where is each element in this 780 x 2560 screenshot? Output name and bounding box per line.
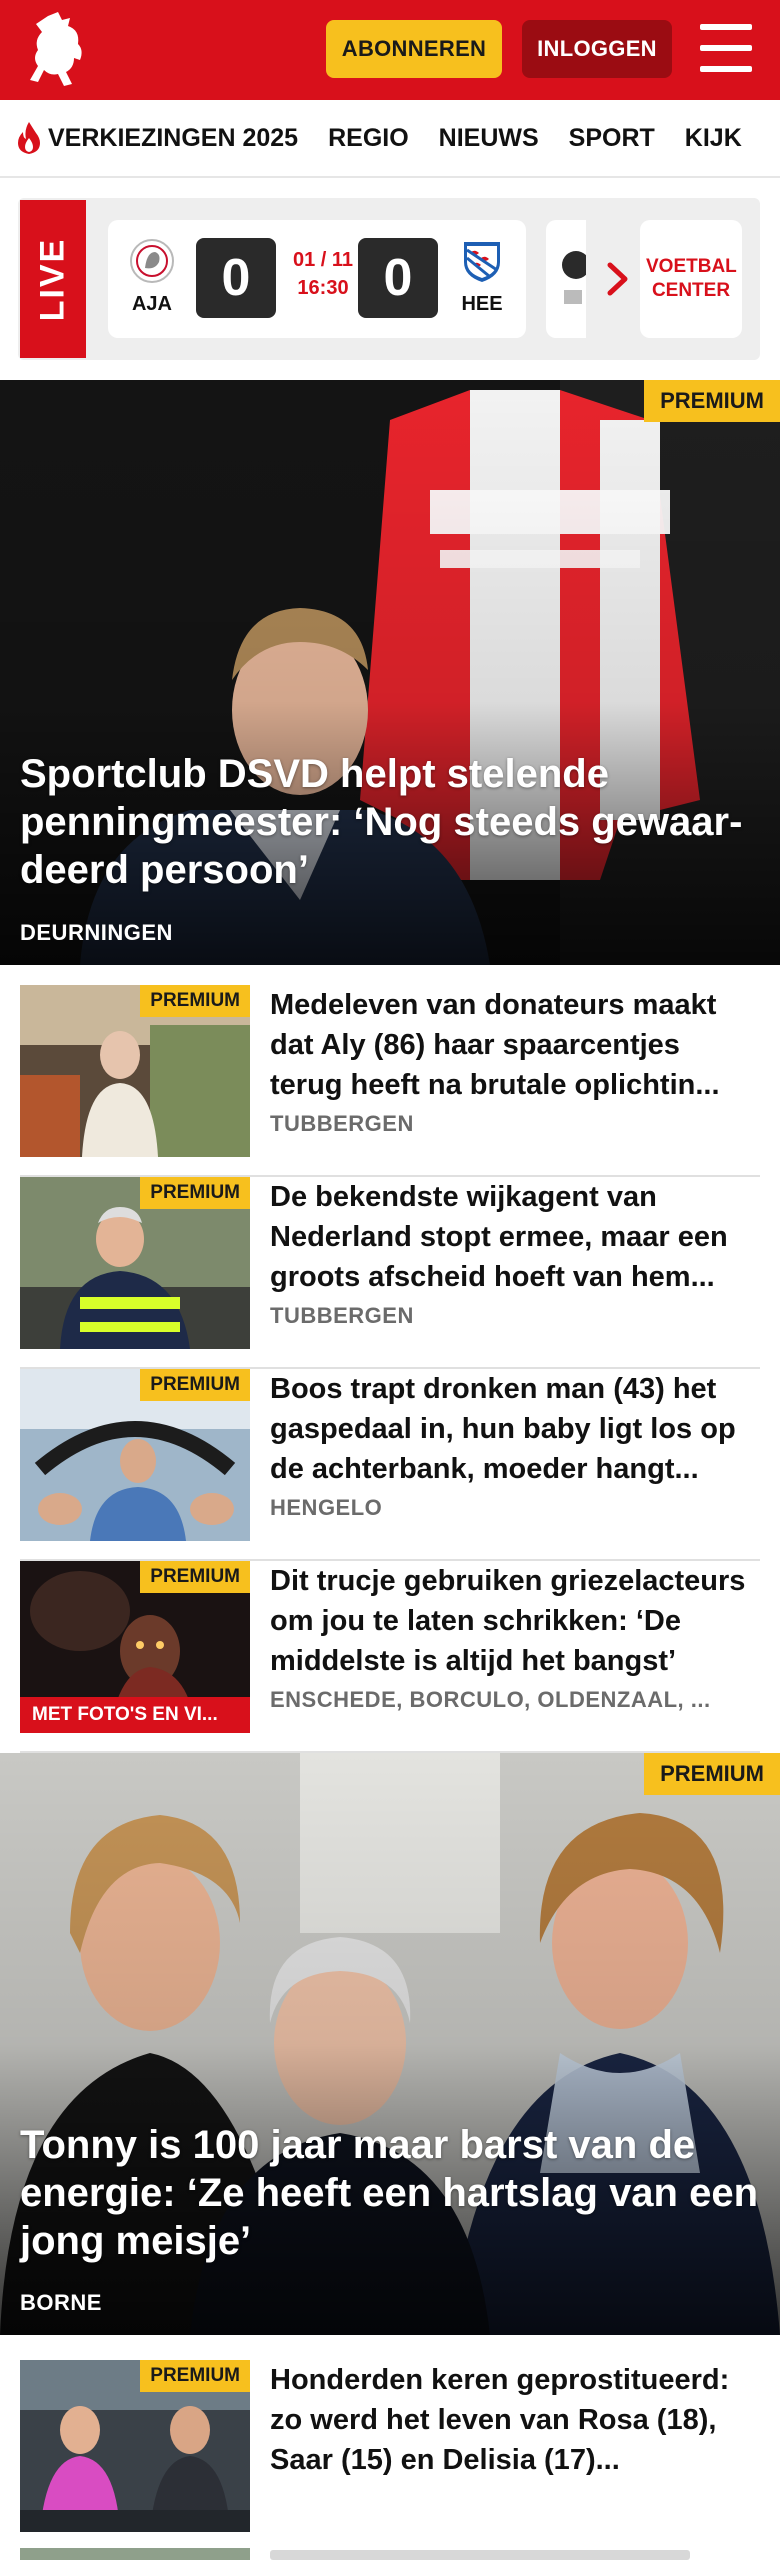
list-item[interactable]: PREMIUM De bekendste wijkagent van Neder… (20, 1177, 760, 1369)
article-title[interactable]: Medeleven van donateurs maakt dat Aly (8… (270, 985, 760, 1105)
football-center-link[interactable]: VOETBAL CENTER (640, 220, 742, 338)
away-score: 0 (358, 238, 438, 318)
next-crest-icon (562, 251, 586, 304)
nav-item-regio[interactable]: REGIO (328, 124, 409, 153)
nav-item-verkiezingen[interactable]: VERKIEZINGEN 2025 (16, 121, 298, 155)
login-button[interactable]: INLOGGEN (522, 20, 672, 78)
premium-badge: PREMIUM (140, 985, 250, 1017)
article-thumbnail: PREMIUM (20, 1177, 250, 1349)
match-card-next[interactable] (546, 220, 586, 338)
match-datetime: 01 / 11 16:30 (288, 246, 358, 302)
hero-location: DEURNINGEN (20, 920, 173, 945)
hero-headline[interactable]: Sportclub DSVD helpt stelende penningmee… (20, 750, 760, 894)
article-title[interactable]: De bekendste wijkagent van Nederland sto… (270, 1177, 760, 1297)
away-club: HEE (452, 238, 512, 316)
nav-item-kijk[interactable]: KIJK (685, 124, 742, 153)
article-location: TUBBERGEN (270, 1303, 414, 1328)
nav-item-sport[interactable]: SPORT (569, 124, 655, 153)
article-title[interactable]: Honderden keren geprostitueerd: zo werd … (270, 2360, 760, 2480)
article-location: HENGELO (270, 1495, 383, 1520)
nav-item-nieuws[interactable]: NIEUWS (439, 124, 539, 153)
away-club-abbr: HEE (461, 293, 503, 315)
article-thumbnail: PREMIUM (20, 2360, 250, 2532)
hero-headline[interactable]: Tonny is 100 jaar maar barst van de ener… (20, 2121, 760, 2265)
list-item[interactable]: PREMIUM Boos trapt dronken man (43) het … (20, 1369, 760, 1561)
hero-article-1[interactable]: PREMIUM Sportclub DSVD helpt stelende pe… (0, 380, 780, 965)
article-thumbnail: PREMIUM (20, 985, 250, 1157)
nav-item-label: VERKIEZINGEN 2025 (48, 123, 299, 152)
hamburger-menu-icon[interactable] (700, 24, 752, 72)
list-item[interactable]: PREMIUM MET FOTO'S EN VI... Dit trucje g… (20, 1561, 760, 1753)
premium-badge: PREMIUM (140, 1369, 250, 1401)
match-date: 01 / 11 (292, 249, 354, 271)
heerenveen-crest-icon (464, 242, 500, 282)
next-article-title-edge (270, 2550, 690, 2560)
match-card[interactable]: AJA 0 01 / 11 16:30 0 HEE (108, 220, 526, 338)
premium-badge: PREMIUM (140, 1561, 250, 1593)
premium-badge: PREMIUM (644, 380, 780, 422)
home-club-abbr: AJA (131, 293, 172, 315)
live-scores-strip: LIVE AJA 0 01 / 11 16:30 0 HEE VOETBAL C… (18, 198, 760, 360)
ajax-crest-icon (130, 239, 174, 283)
home-club: AJA (122, 238, 182, 316)
premium-badge: PREMIUM (644, 1753, 780, 1795)
site-header: ABONNEREN INLOGGEN (0, 0, 780, 100)
match-time: 16:30 (297, 277, 349, 299)
tubantia-horse-logo-icon[interactable] (18, 10, 106, 90)
hero-article-2[interactable]: PREMIUM Tonny is 100 jaar maar barst van… (0, 1753, 780, 2335)
list-item[interactable]: PREMIUM Medeleven van donateurs maakt da… (20, 985, 760, 1177)
home-score: 0 (196, 238, 276, 318)
hero-location: BORNE (20, 2290, 102, 2315)
article-thumbnail: PREMIUM (20, 1369, 250, 1541)
article-thumbnail: PREMIUM MET FOTO'S EN VI... (20, 1561, 250, 1733)
subscribe-button[interactable]: ABONNEREN (326, 20, 502, 78)
premium-badge: PREMIUM (140, 1177, 250, 1209)
live-tag: LIVE (20, 200, 86, 358)
article-title[interactable]: Dit trucje gebruiken griezelac­teurs om … (270, 1561, 760, 1681)
article-location: ENSCHEDE, BORCULO, OLDENZAAL, ... (270, 1687, 711, 1712)
list-item[interactable]: PREMIUM Honderden keren geprostitueerd: … (20, 2360, 760, 2560)
article-location: TUBBERGEN (270, 1111, 414, 1136)
next-article-thumbnail-edge (20, 2548, 250, 2560)
media-badge: MET FOTO'S EN VI... (20, 1697, 250, 1733)
chevron-right-icon (607, 262, 628, 296)
premium-badge: PREMIUM (140, 2360, 250, 2392)
flame-icon (18, 122, 40, 154)
article-title[interactable]: Boos trapt dronken man (43) het gaspedaa… (270, 1369, 760, 1489)
main-nav: VERKIEZINGEN 2025 REGIO NIEUWS SPORT KIJ… (0, 100, 780, 178)
